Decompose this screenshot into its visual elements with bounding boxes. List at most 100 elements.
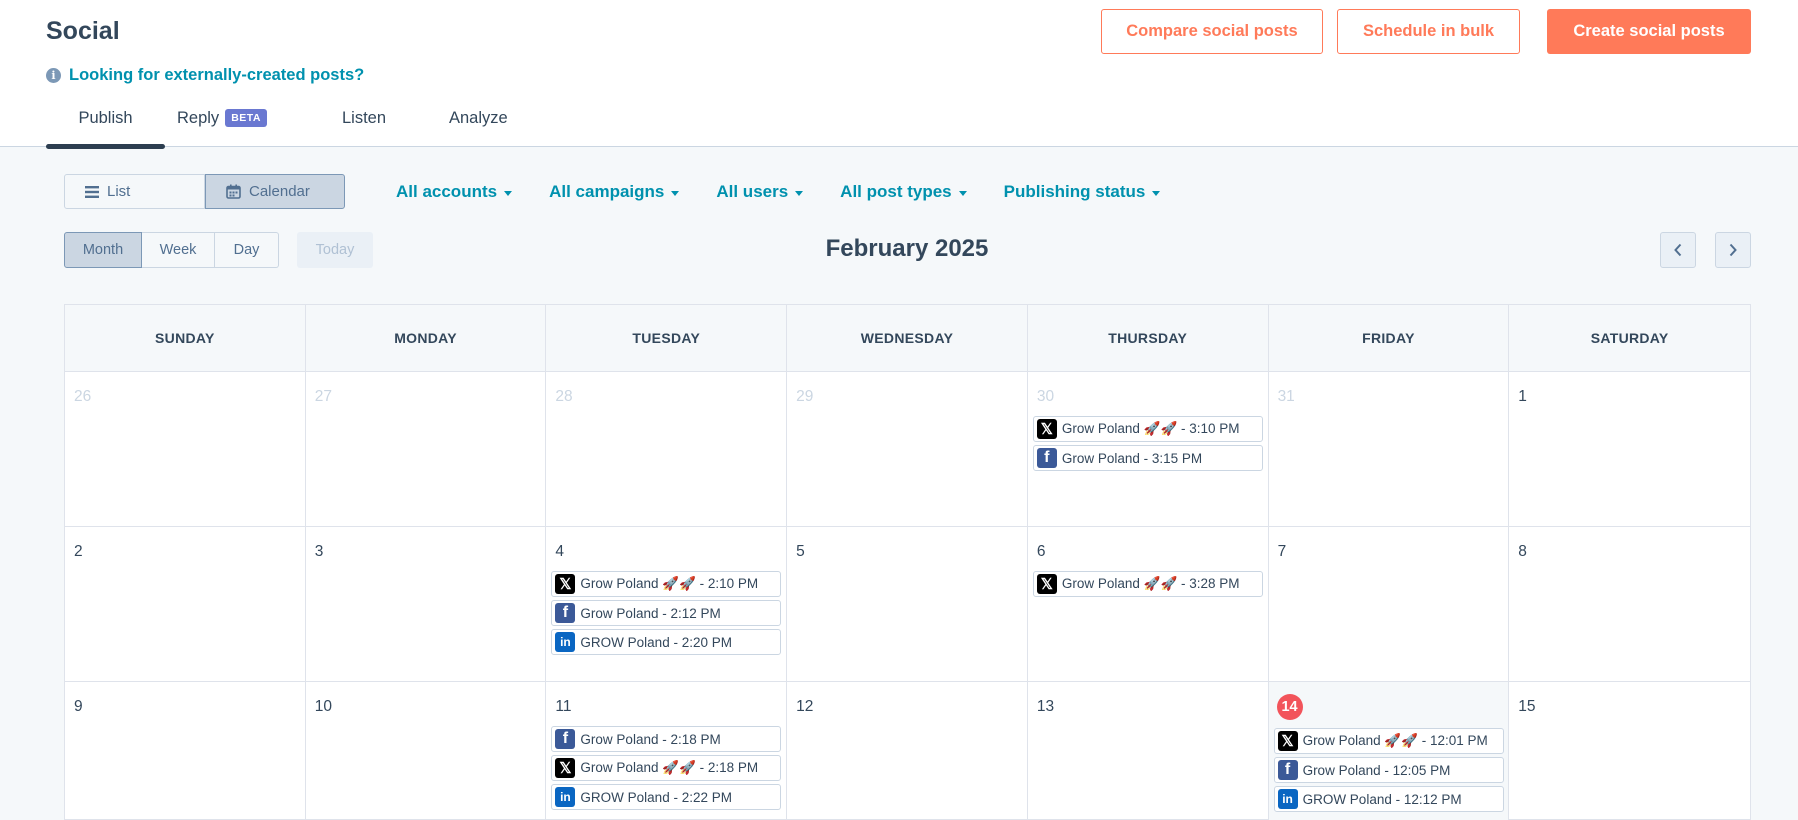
calendar-day-cell[interactable]: 4 𝕏 Grow Poland 🚀🚀 - 2:10 PM f Grow Poland -… (546, 527, 788, 682)
caret-down-icon (795, 190, 804, 196)
calendar-day-cell[interactable]: 31 (1268, 372, 1510, 527)
x-twitter-icon: 𝕏 (1036, 419, 1057, 439)
scheduled-post[interactable]: in GROW Poland - 2:20 PM (551, 629, 782, 655)
x-twitter-icon: 𝕏 (1036, 574, 1057, 594)
tab-label: Publish (78, 109, 133, 127)
scheduled-post[interactable]: f Grow Poland - 2:12 PM (551, 600, 782, 626)
scheduled-post[interactable]: 𝕏 Grow Poland 🚀🚀 - 12:01 PM (1273, 728, 1504, 754)
info-icon: i (46, 68, 61, 83)
calendar-day-cell[interactable]: 6 𝕏 Grow Poland 🚀🚀 - 3:28 PM (1027, 527, 1269, 682)
compare-social-posts-button[interactable]: Compare social posts (1101, 9, 1323, 54)
calendar-day-cell[interactable]: 10 (306, 682, 547, 820)
scheduled-post[interactable]: 𝕏 Grow Poland 🚀🚀 - 2:10 PM (551, 571, 782, 597)
day-number: 7 (1277, 543, 1287, 560)
calendar-day-cell[interactable]: 1 (1509, 372, 1750, 527)
weekday-header: SUNDAY MONDAY TUESDAY WEDNESDAY THURSDAY FRID… (65, 305, 1750, 372)
day-number: 1 (1518, 388, 1527, 405)
scheduled-post[interactable]: f Grow Poland - 12:05 PM (1273, 757, 1504, 783)
schedule-in-bulk-button[interactable]: Schedule in bulk (1337, 9, 1520, 54)
linkedin-icon: in (1277, 789, 1298, 809)
day-number: 27 (314, 388, 332, 405)
weekday-saturday: SATURDAY (1590, 330, 1669, 346)
filter-accounts[interactable]: All accounts (396, 182, 513, 202)
scheduled-post[interactable]: in GROW Poland - 12:12 PM (1273, 786, 1504, 812)
calendar-day-cell[interactable]: 14 𝕏 Grow Poland 🚀🚀 - 12:01 PM f Grow Poland… (1268, 682, 1510, 820)
tab-listen[interactable]: Listen (342, 101, 442, 147)
scheduled-post[interactable]: in GROW Poland - 2:22 PM (551, 784, 782, 810)
facebook-icon: f (555, 603, 576, 623)
day-number: 3 (314, 543, 324, 560)
filter-label: All accounts (396, 182, 498, 201)
tab-label: Listen (342, 109, 387, 127)
day-number: 4 (555, 543, 565, 560)
external-posts-link[interactable]: i Looking for externally-created posts? (46, 66, 364, 85)
calendar-day-cell[interactable]: 8 (1509, 527, 1750, 682)
app-root: Social i Looking for externally-created … (0, 0, 1798, 820)
linkedin-icon: in (555, 787, 576, 807)
day-button[interactable]: Day (215, 232, 279, 268)
calendar-day-cell[interactable]: 3 (305, 527, 547, 682)
scheduled-post[interactable]: f Grow Poland - 2:18 PM (551, 726, 782, 752)
filter-users[interactable]: All users (716, 182, 804, 202)
calendar-day-cell[interactable]: 13 (1028, 682, 1269, 820)
scheduled-post-label: Grow Poland - 2:12 PM (580, 605, 721, 621)
scheduled-post[interactable]: 𝕏 Grow Poland 🚀🚀 - 2:18 PM (551, 755, 782, 781)
calendar-day-cell[interactable]: 5 (787, 527, 1028, 682)
calendar-day-cell[interactable]: 7 (1268, 527, 1510, 682)
scheduled-post[interactable]: f Grow Poland - 3:15 PM (1032, 445, 1263, 471)
filter-label: All post types (840, 182, 952, 201)
previous-month-button[interactable] (1660, 232, 1696, 268)
calendar-day-cell[interactable]: 30 𝕏 Grow Poland 🚀🚀 - 3:10 PM f Grow Poland … (1027, 372, 1269, 527)
weekday-friday: FRIDAY (1269, 305, 1510, 371)
linkedin-icon: in (555, 632, 576, 652)
chevron-right-icon (1729, 243, 1737, 257)
day-number: 31 (1277, 388, 1295, 405)
event-list: 𝕏 Grow Poland 🚀🚀 - 3:28 PM (1032, 571, 1263, 597)
list-view-button[interactable]: List (64, 174, 205, 209)
calendar-day-cell[interactable]: 27 (305, 372, 547, 527)
calendar-day-cell[interactable]: 29 (787, 372, 1028, 527)
calendar-day-cell[interactable]: 26 (65, 372, 306, 527)
weekday-monday: MONDAY (306, 305, 547, 371)
scheduled-post-label: Grow Poland 🚀🚀 - 2:18 PM (580, 760, 759, 775)
x-twitter-icon: 𝕏 (555, 574, 576, 594)
scheduled-post-label: GROW Poland - 12:12 PM (1302, 791, 1462, 807)
day-number: 13 (1036, 698, 1055, 715)
calendar-day-cell[interactable]: 12 (787, 682, 1028, 820)
scheduled-post[interactable]: 𝕏 Grow Poland 🚀🚀 - 3:10 PM (1032, 416, 1263, 442)
weekday-sunday: SUNDAY (65, 305, 306, 371)
month-button[interactable]: Month (64, 232, 142, 268)
calendar-view-button[interactable]: Calendar (205, 174, 345, 209)
tab-publish[interactable]: Publish (46, 101, 165, 149)
day-number: 9 (74, 698, 83, 715)
tab-reply[interactable]: Reply BETA (177, 101, 342, 147)
create-social-posts-button[interactable]: Create social posts (1547, 9, 1751, 54)
calendar-day-cell[interactable]: 28 (546, 372, 788, 527)
scheduled-post-label: GROW Poland - 2:20 PM (580, 634, 732, 650)
calendar-day-cell[interactable]: 11 f Grow Poland - 2:18 PM 𝕏 Grow Poland 🚀🚀 … (546, 682, 788, 820)
filter-campaigns[interactable]: All campaigns (549, 182, 680, 202)
week-button[interactable]: Week (142, 232, 215, 268)
page-title: Social (46, 17, 120, 45)
scheduled-post-label: GROW Poland - 2:22 PM (580, 789, 732, 805)
view-toggle: List Calendar (64, 174, 345, 209)
today-button[interactable]: Today (297, 232, 373, 268)
facebook-icon: f (1036, 448, 1057, 468)
weekday-thursday: THURSDAY (1028, 305, 1269, 371)
scheduled-post-label: Grow Poland 🚀🚀 - 3:28 PM (1061, 576, 1240, 591)
filter-label: Publishing status (1003, 182, 1146, 201)
filter-post-types[interactable]: All post types (840, 182, 967, 202)
day-number: 5 (796, 543, 805, 560)
chevron-left-icon (1674, 243, 1682, 257)
calendar-day-cell[interactable]: 15 (1509, 682, 1750, 820)
tab-analyze[interactable]: Analyze (449, 101, 549, 147)
calendar-day-cell[interactable]: 2 (65, 527, 306, 682)
calendar-grid: SUNDAY MONDAY TUESDAY WEDNESDAY THURSDAY FRID… (64, 304, 1751, 820)
filter-publishing-status[interactable]: Publishing status (1004, 182, 1161, 202)
calendar-body: 26 27 28 29 30 𝕏 Grow Poland 🚀🚀 - 3:10 PM f Grow… (65, 372, 1750, 820)
facebook-icon: f (1277, 760, 1298, 780)
next-month-button[interactable] (1715, 232, 1751, 268)
calendar-day-cell[interactable]: 9 (65, 682, 306, 820)
scheduled-post[interactable]: 𝕏 Grow Poland 🚀🚀 - 3:28 PM (1032, 571, 1263, 597)
weekday-wednesday: WEDNESDAY (787, 305, 1028, 371)
